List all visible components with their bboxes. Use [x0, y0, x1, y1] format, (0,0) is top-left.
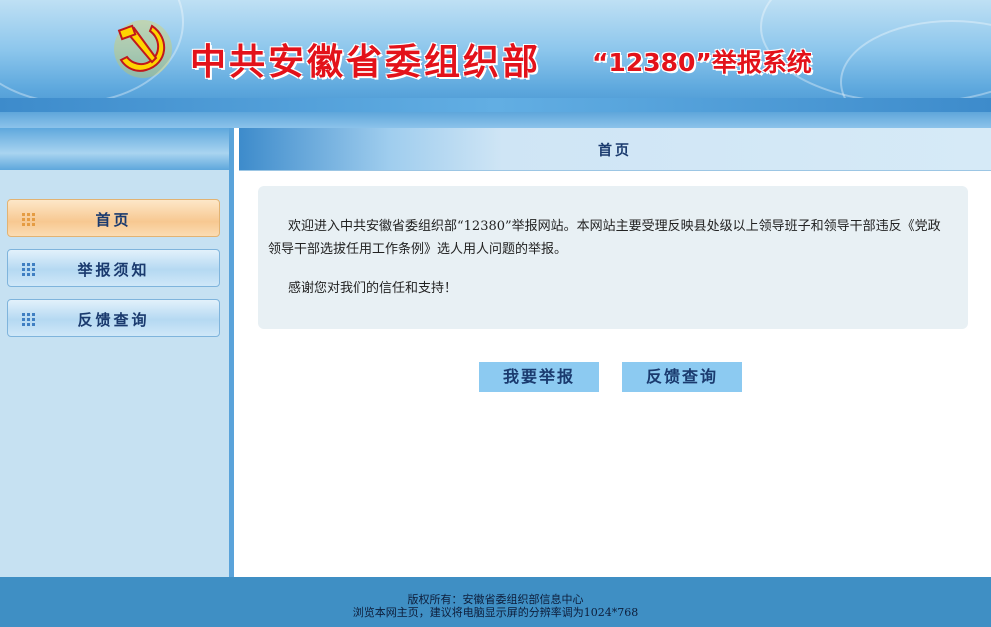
header-banner: 中共安徽省委组织部 “12380”举报系统 — [0, 0, 991, 112]
site-title: 中共安徽省委组织部 — [190, 42, 542, 83]
sidebar-rail — [229, 128, 234, 577]
sidebar-item-label: 反馈查询 — [77, 311, 150, 329]
site-subtitle: “12380”举报系统 — [592, 48, 812, 77]
party-emblem-icon — [114, 20, 172, 78]
header-strip — [0, 112, 991, 128]
sidebar: 首页 举报须知 反馈查询 — [0, 128, 234, 577]
sidebar-cap — [0, 128, 234, 170]
sidebar-item-feedback-query[interactable]: 反馈查询 — [7, 299, 220, 337]
sidebar-item-report-notice[interactable]: 举报须知 — [7, 249, 220, 287]
page-title: 首页 — [598, 143, 632, 159]
sidebar-item-label: 举报须知 — [77, 261, 150, 279]
welcome-panel: 欢迎进入中共安徽省委组织部“12380”举报网站。本网站主要受理反映县处级以上领… — [258, 186, 968, 329]
divider — [239, 170, 991, 171]
resolution-notice: 浏览本网主页，建议将电脑显示屏的分辨率调为1024*768 — [352, 606, 639, 619]
report-button[interactable]: 我要举报 — [479, 362, 599, 392]
footer: 版权所有：安徽省委组织部信息中心 浏览本网主页，建议将电脑显示屏的分辨率调为10… — [0, 577, 991, 627]
content-header: 首页 — [239, 128, 991, 170]
thanks-text: 感谢您对我们的信任和支持！ — [288, 281, 458, 296]
sidebar-item-home[interactable]: 首页 — [7, 199, 220, 237]
header-band — [0, 98, 991, 112]
feedback-query-button[interactable]: 反馈查询 — [622, 362, 742, 392]
welcome-text: 欢迎进入中共安徽省委组织部“12380”举报网站。本网站主要受理反映县处级以上领… — [268, 219, 941, 257]
sidebar-item-label: 首页 — [95, 211, 132, 229]
